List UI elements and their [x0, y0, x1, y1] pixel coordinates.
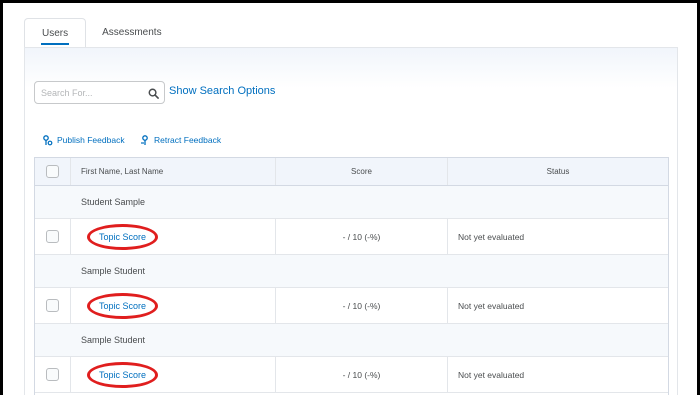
topic-score-link[interactable]: Topic Score — [86, 292, 159, 319]
select-all-checkbox[interactable] — [46, 165, 59, 178]
header-name[interactable]: First Name, Last Name — [71, 158, 276, 185]
score-value: - / 10 (-%) — [342, 369, 381, 380]
score-cell: - / 10 (-%) — [276, 219, 448, 254]
row-check-cell — [35, 219, 71, 254]
tab-bar: Users Assessments — [24, 18, 178, 48]
tab-assessments[interactable]: Assessments — [86, 18, 177, 48]
group-row: Sample Student — [35, 255, 668, 288]
screenshot-frame: Users Assessments Show Search Options Pu… — [0, 0, 700, 395]
status-value: Not yet evaluated — [458, 369, 525, 380]
name-cell: Topic Score — [71, 288, 276, 323]
row-checkbox[interactable] — [46, 368, 59, 381]
topic-score-link[interactable]: Topic Score — [86, 361, 159, 388]
search-input[interactable] — [35, 82, 145, 103]
tab-users[interactable]: Users — [24, 18, 87, 48]
student-name: Student Sample — [81, 197, 146, 207]
topic-score-link[interactable]: Topic Score — [86, 223, 159, 250]
search-icon — [148, 88, 159, 99]
name-cell: Topic Score — [71, 357, 276, 392]
score-value: - / 10 (-%) — [342, 300, 381, 311]
publish-feedback-label: Publish Feedback — [57, 135, 125, 145]
search-button[interactable] — [144, 84, 162, 102]
table-header: First Name, Last Name Score Status — [35, 158, 668, 186]
student-name: Sample Student — [81, 335, 146, 345]
status-value: Not yet evaluated — [458, 300, 525, 311]
name-cell: Topic Score — [71, 219, 276, 254]
header-check-cell — [35, 158, 71, 185]
header-status: Status — [546, 167, 570, 176]
score-cell: - / 10 (-%) — [276, 288, 448, 323]
table-row: Topic Score - / 10 (-%) Not yet evaluate… — [35, 357, 668, 393]
row-check-cell — [35, 288, 71, 323]
score-cell: - / 10 (-%) — [276, 357, 448, 392]
status-cell: Not yet evaluated — [448, 219, 668, 254]
table-row: Topic Score - / 10 (-%) Not yet evaluate… — [35, 219, 668, 255]
group-row: Sample Student — [35, 324, 668, 357]
retract-feedback-label: Retract Feedback — [154, 135, 222, 145]
publish-icon — [43, 134, 53, 145]
score-value: - / 10 (-%) — [342, 231, 381, 242]
row-checkbox[interactable] — [46, 230, 59, 243]
row-check-cell — [35, 357, 71, 392]
row-checkbox[interactable] — [46, 299, 59, 312]
group-row: Student Sample — [35, 186, 668, 219]
search-box — [34, 81, 165, 104]
header-score: Score — [276, 158, 448, 185]
users-table: First Name, Last Name Score Status Stude… — [34, 157, 669, 395]
retract-feedback-button[interactable]: Retract Feedback — [140, 134, 221, 146]
table-row: Topic Score - / 10 (-%) Not yet evaluate… — [35, 288, 668, 324]
retract-icon — [141, 134, 148, 145]
status-value: Not yet evaluated — [458, 231, 525, 242]
student-name: Sample Student — [81, 266, 146, 276]
publish-feedback-button[interactable]: Publish Feedback — [43, 134, 125, 146]
show-search-options-link[interactable]: Show Search Options — [169, 85, 275, 97]
status-cell: Not yet evaluated — [448, 288, 668, 323]
status-cell: Not yet evaluated — [448, 357, 668, 392]
